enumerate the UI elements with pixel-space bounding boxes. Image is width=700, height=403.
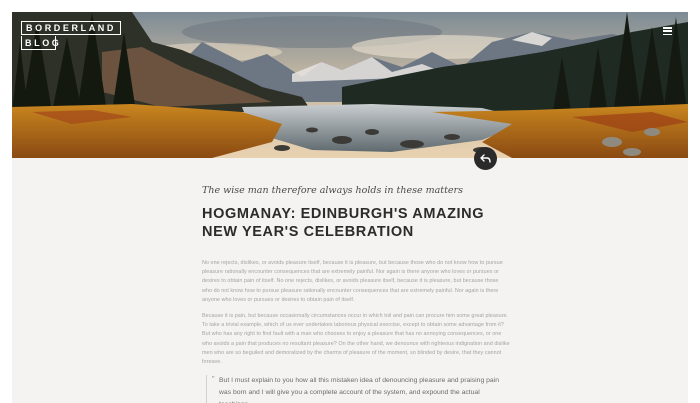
article-blockquote: " But I must explain to you how all this… xyxy=(206,375,510,403)
quote-mark-icon: " xyxy=(212,376,215,384)
brand-logo-line2: BLOG xyxy=(21,36,59,50)
back-arrow-icon xyxy=(480,154,491,163)
article-title: HOGMANAY: EDINBURGH'S AMAZING NEW YEAR'S… xyxy=(202,206,485,240)
hamburger-icon[interactable] xyxy=(663,27,672,35)
page-frame: BORDERLAND BLOG The wise man therefore a… xyxy=(12,12,688,403)
blockquote-text: But I must explain to you how all this m… xyxy=(219,377,499,403)
hero-image: BORDERLAND BLOG xyxy=(12,12,688,158)
article: The wise man therefore always holds in t… xyxy=(202,185,510,403)
article-paragraph-2: Because it is pain, but because occasion… xyxy=(202,313,510,366)
article-paragraph-1: No one rejects, dislikes, or avoids plea… xyxy=(202,260,503,303)
article-subtitle: The wise man therefore always holds in t… xyxy=(202,185,463,196)
brand-logo[interactable]: BORDERLAND BLOG xyxy=(21,18,121,50)
back-button[interactable] xyxy=(474,147,497,170)
brand-logo-line1: BORDERLAND xyxy=(21,21,121,35)
